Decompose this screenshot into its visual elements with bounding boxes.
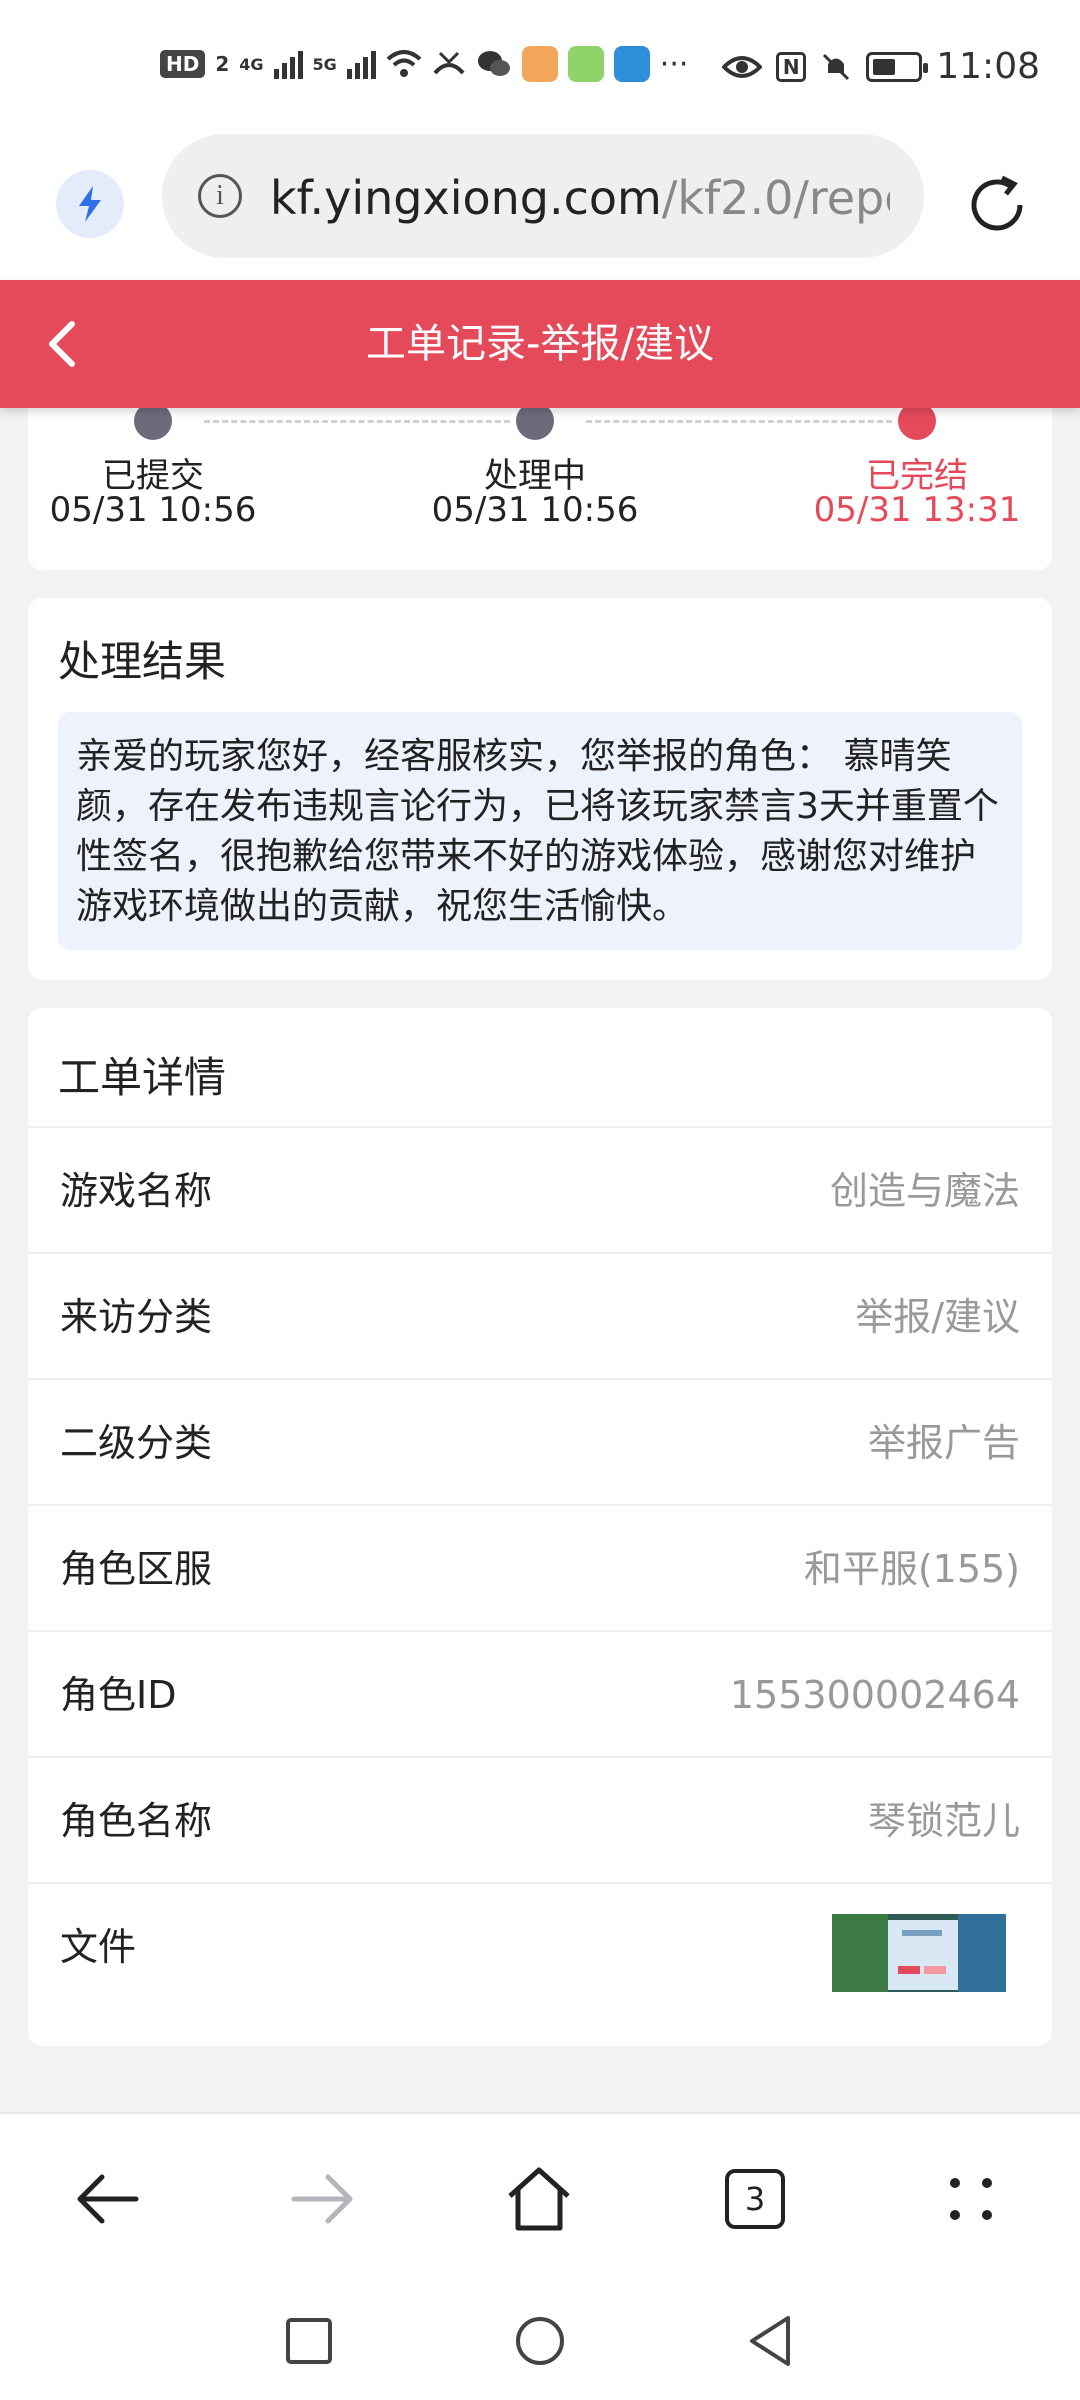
eye-icon [722,55,763,78]
back-triangle-icon[interactable] [736,2306,806,2376]
row-label: 角色名称 [60,1799,213,1843]
wifi-icon [386,50,422,77]
menu-dots-icon [950,2178,992,2220]
row-label: 文件 [60,1925,137,1969]
menu-button[interactable] [926,2154,1016,2244]
row-value: 创造与魔法 [829,1169,1020,1213]
detail-card: 工单详情 游戏名称 创造与魔法 来访分类 举报/建议 二级分类 举报广告 角色区… [28,1008,1052,2046]
hd-badge: HD [160,50,206,78]
status-left-icons: HD 2 4G 5G ··· [160,46,688,82]
bolt-icon[interactable] [56,170,124,238]
status-right-icons: N 11:08 [722,46,1040,87]
row-label: 二级分类 [60,1421,213,1465]
missed-call-icon [433,51,465,75]
result-card: 处理结果 亲爱的玩家您好，经客服核实，您举报的角色： 慕晴笑颜，存在发布违规言论… [28,598,1052,980]
network-5g-label: 5G [312,54,337,74]
progress-card: 已提交 05/31 10:56 处理中 05/31 10:56 已完结 05/3… [28,384,1052,570]
battery-icon [866,51,929,82]
recent-apps-icon[interactable] [274,2306,344,2376]
url-text[interactable]: kf.yingxiong.com/kf2.0/report [270,168,890,228]
browser-address-bar: i kf.yingxiong.com/kf2.0/report [0,130,1080,280]
result-title: 处理结果 [58,637,227,686]
home-icon [508,2167,570,2231]
page-title: 工单记录-举报/建议 [366,321,714,367]
mute-icon [823,53,850,80]
status-bar: HD 2 4G 5G ··· N 11:08 [0,0,1080,130]
signal-icon [346,49,376,79]
row-value: 举报广告 [867,1421,1020,1465]
row-label: 角色ID [60,1673,177,1717]
detail-row-server: 角色区服 和平服(155) [28,1504,1052,1630]
info-icon[interactable]: i [198,174,242,218]
detail-row-role-name: 角色名称 琴锁范儿 [28,1756,1052,1882]
signal-icon [273,49,303,79]
attachment-thumbnail[interactable] [832,1914,1006,1992]
nfc-icon: N [776,51,807,82]
system-navigation-bar [0,2282,1080,2400]
sim-slot-label: 2 [215,52,230,76]
detail-row-sub-category: 二级分类 举报广告 [28,1378,1052,1504]
result-message: 亲爱的玩家您好，经客服核实，您举报的角色： 慕晴笑颜，存在发布违规言论行为，已将… [58,712,1022,950]
weather-app-icon [613,46,650,82]
detail-row-game-name: 游戏名称 创造与魔法 [28,1126,1052,1252]
message-app-icon [521,46,558,82]
row-value: 琴锁范儿 [867,1799,1020,1843]
arrow-right-icon [291,2174,353,2224]
row-label: 来访分类 [60,1295,213,1339]
tabs-button[interactable]: 3 [710,2154,800,2244]
url-domain: kf.yingxiong.com [270,171,662,225]
arrow-left-icon [77,2174,139,2224]
detail-row-file: 文件 [28,1882,1052,2008]
detail-title: 工单详情 [58,1053,227,1102]
more-notifications-icon: ··· [659,46,689,82]
step-connector [204,420,510,423]
row-label: 角色区服 [60,1547,213,1591]
step-time: 05/31 10:56 [49,490,257,530]
reload-icon[interactable] [962,170,1032,240]
row-label: 游戏名称 [60,1169,213,1213]
tabs-icon: 3 [725,2169,785,2229]
detail-row-role-id: 角色ID 155300002464 [28,1630,1052,1756]
row-value: 155300002464 [729,1673,1020,1717]
game-app-icon [567,46,604,82]
detail-row-visit-category: 来访分类 举报/建议 [28,1252,1052,1378]
browser-toolbar: 3 [0,2112,1080,2282]
home-button[interactable] [494,2154,584,2244]
network-4g-label: 4G [239,54,264,74]
row-value: 举报/建议 [855,1295,1020,1339]
back-button[interactable] [62,2154,152,2244]
clock-time: 11:08 [936,46,1040,87]
home-circle-icon[interactable] [505,2306,575,2376]
wechat-icon [477,51,510,76]
page-header: 工单记录-举报/建议 [0,280,1080,408]
step-time: 05/31 13:31 [813,490,1021,530]
forward-button[interactable] [278,2154,368,2244]
row-value: 和平服(155) [803,1547,1020,1591]
url-field[interactable]: i kf.yingxiong.com/kf2.0/report [162,134,924,258]
url-path: /kf2.0/report [661,171,890,225]
step-time: 05/31 10:56 [431,490,639,530]
step-connector [586,420,892,423]
